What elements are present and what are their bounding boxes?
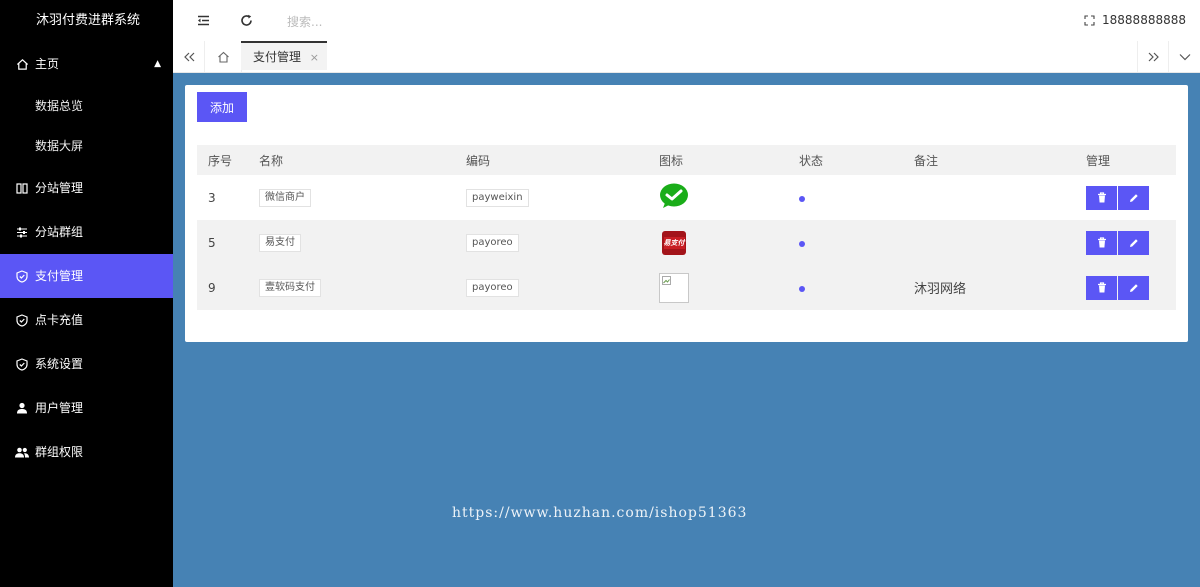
table-row: 5 易支付 payoreo 易支付	[197, 220, 1176, 265]
user-menu[interactable]: 18888888888	[1102, 0, 1186, 41]
edit-button[interactable]	[1118, 185, 1149, 210]
cell-remark	[903, 220, 1075, 265]
sidebar-subitem-data-screen[interactable]: 数据大屏	[0, 126, 173, 166]
fullscreen-icon[interactable]	[1079, 0, 1099, 41]
status-dot	[799, 240, 805, 247]
column-header-code: 编码	[455, 145, 648, 175]
caret-up-icon: ▲	[154, 59, 161, 69]
table-row: 9 壹软码支付 payoreo 沐羽网络	[197, 265, 1176, 310]
watermark-url: https://www.huzhan.com/ishop51363	[452, 505, 748, 521]
yizhifu-logo-text: 易支付	[663, 236, 685, 249]
cell-name: 易支付	[259, 233, 301, 252]
sidebar-item-group-permissions[interactable]: 群组权限	[0, 430, 173, 474]
tab-label: 支付管理	[253, 50, 302, 64]
tab-home-icon[interactable]	[205, 41, 242, 72]
trash-icon	[1097, 192, 1106, 203]
sidebar-item-label: 主页	[35, 57, 60, 71]
trash-icon	[1097, 282, 1106, 293]
edit-button[interactable]	[1118, 275, 1149, 300]
delete-button[interactable]	[1086, 230, 1117, 255]
sidebar-item-payment-management[interactable]: 支付管理	[0, 254, 173, 298]
sidebar-item-substation-groups[interactable]: 分站群组	[0, 210, 173, 254]
trash-icon	[1097, 237, 1106, 248]
chevron-down-icon[interactable]	[1168, 41, 1200, 72]
edit-button[interactable]	[1118, 230, 1149, 255]
home-icon	[15, 42, 29, 86]
top-bar: 18888888888	[173, 0, 1200, 42]
user-icon	[15, 386, 29, 430]
sidebar-subitem-data-overview[interactable]: 数据总览	[0, 86, 173, 126]
content-card: 添加 序号 名称 编码 图标 状态 备注 管理 3 微信商户 payweixin	[185, 85, 1188, 342]
sidebar: 沐羽付费进群系统 主页 ▲ 数据总览 数据大屏 分站管理 分站群组 支付管理 点…	[0, 0, 173, 587]
add-button[interactable]: 添加	[197, 92, 247, 122]
menu-toggle-icon[interactable]	[193, 0, 213, 41]
delete-button[interactable]	[1086, 185, 1117, 210]
tab-bar: 支付管理 ×	[173, 41, 1200, 73]
column-header-icon: 图标	[648, 145, 788, 175]
sliders-icon	[15, 210, 29, 254]
broken-image-icon	[659, 272, 689, 303]
cell-name: 壹软码支付	[259, 278, 321, 297]
cell-remark: 沐羽网络	[903, 265, 1075, 310]
sidebar-item-label: 群组权限	[35, 445, 84, 459]
pencil-icon	[1129, 193, 1138, 202]
column-header-id: 序号	[197, 145, 248, 175]
sidebar-item-label: 系统设置	[35, 357, 84, 371]
app-title: 沐羽付费进群系统	[36, 13, 141, 28]
shield-icon	[15, 298, 29, 342]
cell-id: 9	[197, 265, 248, 310]
wechat-pay-icon	[659, 183, 689, 212]
sidebar-item-label: 分站群组	[35, 225, 84, 239]
users-icon	[15, 430, 29, 474]
search-input[interactable]	[285, 9, 489, 35]
cell-code: payoreo	[466, 233, 519, 252]
tab-payment-management[interactable]: 支付管理 ×	[241, 41, 327, 70]
cell-code: payoreo	[466, 278, 519, 297]
payment-table: 序号 名称 编码 图标 状态 备注 管理 3 微信商户 payweixin 5 …	[197, 145, 1176, 310]
cell-code: payweixin	[466, 188, 529, 207]
status-dot	[799, 195, 805, 202]
sidebar-item-label: 分站管理	[35, 181, 84, 195]
sidebar-item-label: 支付管理	[35, 269, 84, 283]
close-icon[interactable]: ×	[310, 43, 319, 72]
shield-icon	[15, 254, 29, 298]
yizhifu-icon: 易支付	[662, 230, 686, 255]
sidebar-item-label: 点卡充值	[35, 313, 84, 327]
cell-remark	[903, 175, 1075, 220]
column-header-actions: 管理	[1075, 145, 1176, 175]
refresh-icon[interactable]	[236, 0, 256, 41]
columns-icon	[15, 166, 29, 210]
sidebar-item-system-settings[interactable]: 系统设置	[0, 342, 173, 386]
cell-id: 3	[208, 190, 216, 205]
table-header-row: 序号 名称 编码 图标 状态 备注 管理	[197, 145, 1176, 175]
cell-name: 微信商户	[259, 188, 311, 207]
sidebar-item-card-recharge[interactable]: 点卡充值	[0, 298, 173, 342]
status-dot	[799, 285, 805, 292]
delete-button[interactable]	[1086, 275, 1117, 300]
sidebar-item-home[interactable]: 主页 ▲	[0, 42, 173, 86]
sidebar-item-user-management[interactable]: 用户管理	[0, 386, 173, 430]
table-row: 3 微信商户 payweixin	[197, 175, 1176, 220]
column-header-name: 名称	[248, 145, 455, 175]
sidebar-item-label: 用户管理	[35, 401, 84, 415]
pencil-icon	[1129, 238, 1138, 247]
column-header-remark: 备注	[903, 145, 1075, 175]
tab-scroll-right-icon[interactable]	[1137, 41, 1169, 72]
cell-id: 5	[197, 220, 248, 265]
sidebar-item-substation-management[interactable]: 分站管理	[0, 166, 173, 210]
tab-scroll-left-icon[interactable]	[173, 41, 205, 72]
pencil-icon	[1129, 283, 1138, 292]
shield-icon	[15, 342, 29, 386]
column-header-status: 状态	[788, 145, 903, 175]
